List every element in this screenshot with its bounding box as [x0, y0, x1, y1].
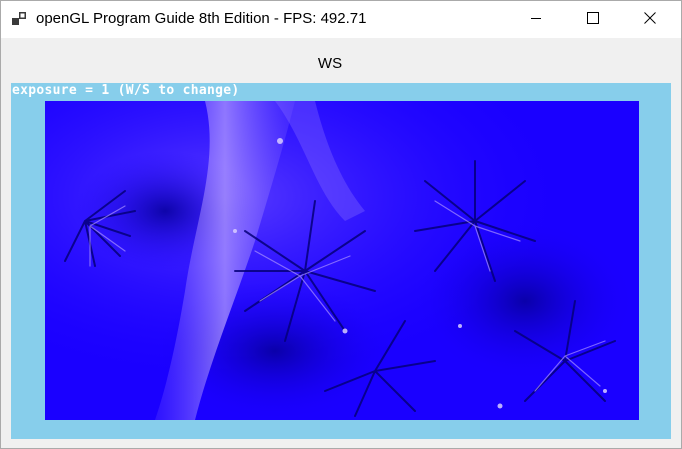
- opengl-viewport[interactable]: exposure = 1 (W/S to change): [11, 83, 671, 439]
- app-window-icon: [12, 12, 28, 26]
- close-button[interactable]: [627, 1, 673, 38]
- title-bar[interactable]: openGL Program Guide 8th Edition - FPS: …: [1, 1, 681, 38]
- client-area: WS exposure = 1 (W/S to change): [1, 38, 681, 448]
- app-window: openGL Program Guide 8th Edition - FPS: …: [0, 0, 682, 449]
- window-title: openGL Program Guide 8th Edition - FPS: …: [36, 10, 367, 27]
- exposure-overlay-text: exposure = 1 (W/S to change): [12, 83, 240, 98]
- rendered-hdr-image: [45, 101, 639, 420]
- maximize-button[interactable]: [570, 1, 616, 38]
- ws-label: WS: [317, 55, 343, 72]
- close-icon: [644, 11, 656, 29]
- minimize-button[interactable]: [513, 1, 559, 38]
- maximize-icon: [587, 11, 599, 29]
- minimize-icon: [530, 11, 542, 29]
